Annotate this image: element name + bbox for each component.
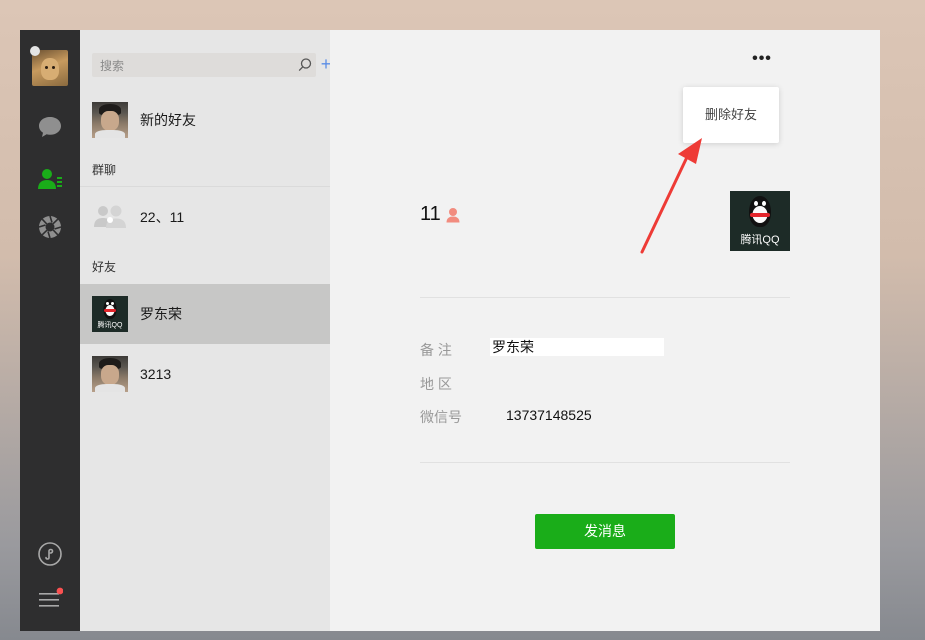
divider	[420, 462, 790, 463]
list-item[interactable]: 3213	[80, 344, 330, 404]
search-icon[interactable]	[297, 57, 313, 73]
group-item[interactable]: 22、11	[80, 187, 330, 247]
wechat-id-value: 13737148525	[506, 407, 592, 423]
group-chat-section-label: 群聊	[92, 163, 117, 177]
more-options-button[interactable]: •••	[748, 50, 776, 68]
female-gender-icon	[446, 208, 460, 223]
contacts-panel: + 新的好友 群聊 22、11 好友	[80, 30, 331, 631]
remark-input[interactable]	[490, 338, 664, 356]
list-item[interactable]: 腾讯QQ 罗东荣	[80, 284, 330, 344]
contact-name: 新的好友	[140, 112, 196, 128]
contact-detail-pane: ••• 删除好友 11 腾讯QQ 备 注 地 区 微信号 13737148525	[330, 30, 880, 631]
status-dot	[30, 46, 40, 56]
send-message-button[interactable]: 发消息	[535, 514, 675, 549]
red-arrow-annotation	[640, 138, 702, 254]
avatar	[92, 356, 128, 392]
avatar	[92, 102, 128, 138]
contact-name: 22、11	[140, 209, 185, 225]
moments-icon[interactable]	[37, 214, 63, 240]
group-icon	[92, 199, 128, 235]
profile-avatar[interactable]: 腾讯QQ	[730, 191, 790, 251]
region-label: 地 区	[420, 376, 452, 392]
divider	[420, 297, 790, 298]
options-popup: 删除好友	[683, 87, 779, 143]
wechat-id-label: 微信号	[420, 409, 462, 425]
menu-icon[interactable]	[37, 587, 63, 613]
search-input[interactable]	[98, 53, 292, 79]
chat-icon[interactable]	[37, 114, 63, 140]
new-friends-item[interactable]: 新的好友	[80, 90, 330, 150]
contact-name: 3213	[140, 366, 172, 382]
profile-name: 11	[420, 203, 441, 225]
nav-rail	[20, 30, 80, 631]
remark-label: 备 注	[420, 342, 452, 358]
friends-section-label: 好友	[92, 260, 117, 274]
delete-friend-menu-item[interactable]: 删除好友	[683, 87, 779, 143]
contact-name: 罗东荣	[140, 306, 182, 322]
wechat-window: + 新的好友 群聊 22、11 好友	[20, 30, 880, 631]
contacts-icon[interactable]	[37, 166, 63, 192]
qq-penguin-avatar: 腾讯QQ	[92, 296, 128, 332]
search-bar	[92, 53, 316, 79]
mini-program-icon[interactable]	[37, 541, 63, 567]
